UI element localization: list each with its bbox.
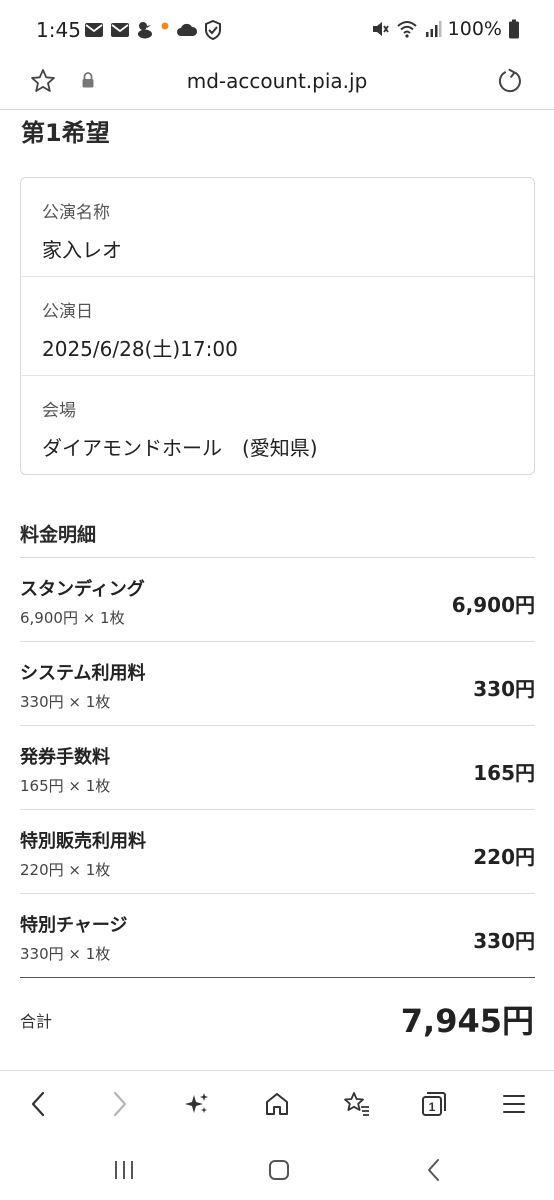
fee-detail: 220円 × 1枚 [20,861,111,879]
back-button-icon[interactable] [419,1156,449,1184]
venue-row: 会場 ダイアモンドホール (愛知県) [21,376,534,475]
fee-detail: 330円 × 1枚 [20,945,111,963]
fee-amount: 165円 [473,761,535,785]
venue-label: 会場 [42,401,76,421]
fee-detail: 330円 × 1枚 [20,693,111,711]
status-bar: 1:45 100% [0,0,554,58]
battery-percent: 100% [447,18,502,40]
url-field[interactable]: md-account.pia.jp [0,69,554,93]
menu-icon[interactable] [497,1087,531,1121]
fee-name: システム利用料 [20,663,146,684]
recent-apps-icon[interactable] [109,1156,139,1184]
total-amount: 7,945円 [400,1002,534,1040]
fee-amount: 220円 [473,845,535,869]
mute-icon [372,22,389,36]
tabs-icon[interactable]: 1 [417,1087,451,1121]
home-button-icon[interactable] [264,1156,294,1184]
fee-row: スタンディング 6,900円 × 1枚 6,900円 [20,558,535,642]
performance-name-value: 家入レオ [42,238,122,262]
wifi-icon [397,21,417,38]
performance-date-row: 公演日 2025/6/28(土)17:00 [21,277,534,376]
fee-row: システム利用料 330円 × 1枚 330円 [20,642,535,726]
fee-detail: 6,900円 × 1枚 [20,609,125,627]
fee-amount: 330円 [473,677,535,701]
fee-amount: 6,900円 [451,593,535,617]
tab-count: 1 [429,1100,436,1114]
home-icon[interactable] [260,1087,294,1121]
performance-name-row: 公演名称 家入レオ [21,178,534,277]
choice-title: 第1希望 [21,119,110,147]
fee-row: 発券手数料 165円 × 1枚 165円 [20,726,535,810]
fee-name: 特別販売利用料 [20,831,146,852]
sparkle-icon[interactable] [180,1087,214,1121]
orange-dot-icon [161,22,169,30]
fee-name: 発券手数料 [20,747,110,768]
mail-icon [85,23,103,37]
fee-row: 特別販売利用料 220円 × 1枚 220円 [20,810,535,894]
back-icon[interactable] [22,1087,56,1121]
battery-icon [509,19,519,39]
fee-name: スタンディング [20,579,145,600]
fee-details-heading: 料金明細 [20,524,97,546]
fee-name: 特別チャージ [20,915,128,936]
forward-icon[interactable] [102,1087,136,1121]
mail-icon [111,23,129,37]
reload-icon[interactable] [496,67,524,99]
duck-icon [138,22,152,39]
performance-date-label: 公演日 [42,302,93,322]
page: 1:45 100% md-account.pia.jp 第1希望 公演名称 家入… [0,0,554,1200]
fee-list: スタンディング 6,900円 × 1枚 6,900円 システム利用料 330円 … [20,557,535,978]
cloud-icon [177,23,198,36]
browser-address-bar: md-account.pia.jp [0,58,554,110]
bookmarks-icon[interactable] [339,1087,373,1121]
signal-icon [425,21,442,37]
performance-info-card: 公演名称 家入レオ 公演日 2025/6/28(土)17:00 会場 ダイアモン… [20,177,535,475]
performance-name-label: 公演名称 [42,203,110,223]
venue-value: ダイアモンドホール (愛知県) [42,436,318,460]
browser-toolbar: 1 [0,1070,554,1136]
total-label: 合計 [20,1012,53,1031]
shield-check-icon [205,20,221,40]
performance-date-value: 2025/6/28(土)17:00 [42,337,238,361]
android-nav-bar [0,1136,554,1200]
fee-detail: 165円 × 1枚 [20,777,111,795]
status-notification-icons [84,20,222,40]
fee-amount: 330円 [473,929,535,953]
status-system-icons: 100% [370,18,520,40]
fee-row: 特別チャージ 330円 × 1枚 330円 [20,894,535,978]
status-time: 1:45 [36,18,81,42]
